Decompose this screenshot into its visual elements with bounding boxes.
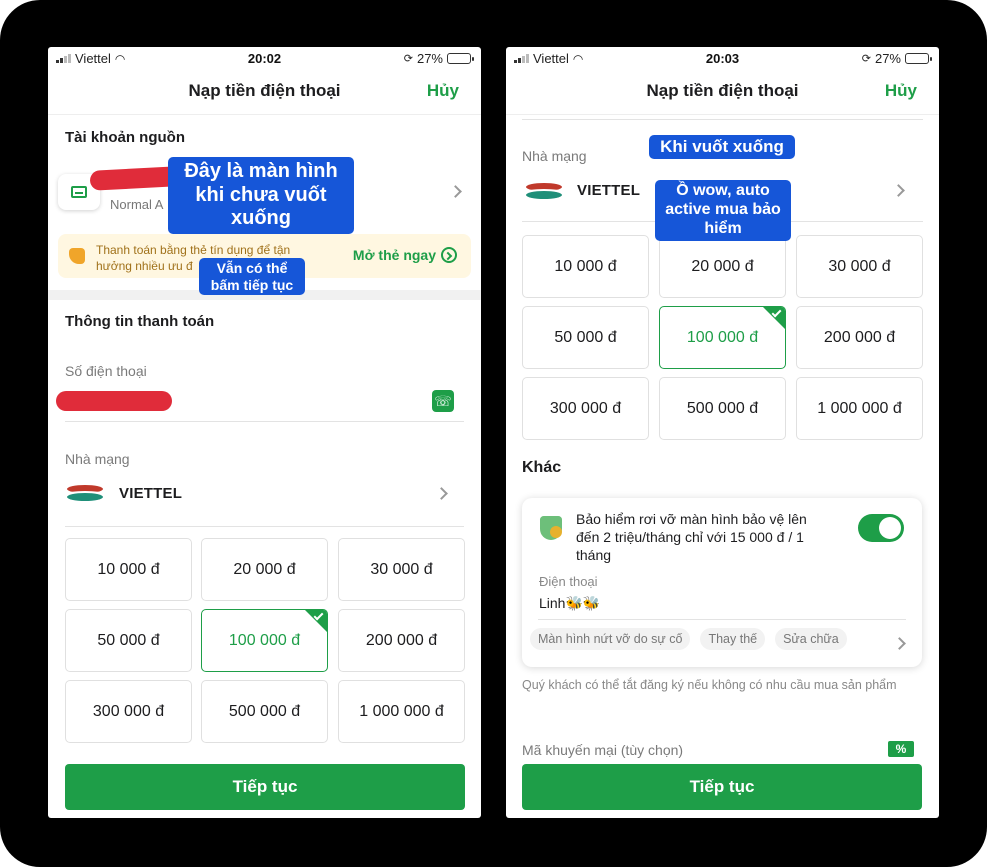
opt-out-hint: Quý khách có thể tắt đăng ký nếu không c… (522, 678, 897, 692)
tag-icon (69, 248, 85, 264)
amount-option[interactable]: 300 000 đ (522, 377, 649, 440)
battery-icon (447, 53, 474, 64)
amount-option[interactable]: 30 000 đ (338, 538, 465, 601)
other-section-title: Khác (522, 459, 562, 476)
phone-number-label: Số điện thoại (65, 363, 147, 379)
insurance-phone-label: Điện thoại (539, 574, 598, 589)
orientation-lock-icon: ⟳ (403, 53, 413, 65)
carrier-label: Nhà mạng (522, 148, 587, 164)
battery-percent: 27% (874, 51, 901, 66)
insurance-phone-value: Linh🐝🐝 (539, 595, 601, 611)
amount-option[interactable]: 20 000 đ (659, 235, 786, 298)
coverage-chips: Màn hình nứt vỡ do sự cố Thay thế Sửa ch… (530, 628, 847, 650)
cancel-button[interactable]: Hủy (427, 81, 459, 101)
status-bar: Viettel ◠ 20:02 ⟳ 27% (48, 47, 481, 71)
discount-icon[interactable]: % (888, 741, 914, 757)
account-type: Normal A (110, 197, 164, 212)
amount-option[interactable]: 10 000 đ (522, 235, 649, 298)
page-title: Nạp tiền điện thoại (188, 81, 341, 100)
amount-option[interactable]: 200 000 đ (338, 609, 465, 672)
annotation-main: Đây là màn hình khi chưa vuốt xuống (168, 157, 354, 234)
contact-book-icon[interactable]: ☏ (432, 390, 454, 412)
carrier-name: VIETTEL (577, 182, 641, 199)
annotation-sub: Ồ wow, auto active mua bảo hiểm (655, 180, 791, 241)
orientation-lock-icon: ⟳ (861, 53, 871, 65)
continue-button[interactable]: Tiếp tục (522, 764, 922, 810)
carrier-name: VIETTEL (119, 485, 183, 502)
cancel-button[interactable]: Hủy (885, 81, 917, 101)
battery-icon (905, 53, 932, 64)
carrier-label: Nhà mạng (65, 451, 130, 467)
amount-option[interactable]: 1 000 000 đ (338, 680, 465, 743)
screen-after-scroll: Viettel ◠ 20:03 ⟳ 27% Nạp tiền điện thoạ… (506, 47, 939, 818)
amount-option[interactable]: 10 000 đ (65, 538, 192, 601)
annotation-top: Khi vuốt xuống (649, 135, 795, 160)
nav-bar: Nạp tiền điện thoại Hủy (506, 71, 939, 115)
promo-code-label[interactable]: Mã khuyến mại (tùy chọn) (522, 742, 683, 758)
insurance-card: Bảo hiểm rơi vỡ màn hình bảo vệ lên đến … (522, 498, 922, 667)
coverage-chip[interactable]: Thay thế (700, 628, 766, 650)
redacted-phone-number[interactable] (56, 391, 172, 411)
divider (522, 119, 923, 120)
divider (538, 619, 906, 620)
amount-option[interactable]: 50 000 đ (522, 306, 649, 369)
shield-icon (540, 516, 562, 540)
amount-option[interactable]: 30 000 đ (796, 235, 923, 298)
amount-option[interactable]: 500 000 đ (659, 377, 786, 440)
chevron-right-icon[interactable] (893, 637, 906, 650)
divider (65, 526, 464, 527)
chevron-right-icon[interactable] (435, 487, 448, 500)
amount-option-selected[interactable]: 100 000 đ (659, 306, 786, 369)
amount-option[interactable]: 500 000 đ (201, 680, 328, 743)
divider (65, 421, 464, 422)
amount-option-selected[interactable]: 100 000 đ (201, 609, 328, 672)
source-account-title: Tài khoản nguồn (65, 129, 185, 146)
amount-option[interactable]: 50 000 đ (65, 609, 192, 672)
viettel-logo-icon (525, 181, 563, 201)
status-bar: Viettel ◠ 20:03 ⟳ 27% (506, 47, 939, 71)
coverage-chip[interactable]: Màn hình nứt vỡ do sự cố (530, 628, 691, 650)
coverage-chip[interactable]: Sửa chữa (775, 628, 847, 650)
nav-bar: Nạp tiền điện thoại Hủy (48, 71, 481, 115)
amount-option[interactable]: 1 000 000 đ (796, 377, 923, 440)
insurance-toggle[interactable] (858, 514, 904, 542)
open-card-link[interactable]: Mở thẻ ngay (353, 247, 457, 263)
annotation-sub: Vẫn có thể bấm tiếp tục (199, 258, 305, 296)
page-title: Nạp tiền điện thoại (646, 81, 799, 100)
amount-option[interactable]: 300 000 đ (65, 680, 192, 743)
battery-percent: 27% (416, 51, 443, 66)
screen-before-scroll: Viettel ◠ 20:02 ⟳ 27% Nạp tiền điện thoạ… (48, 47, 481, 818)
viettel-logo-icon (66, 483, 104, 503)
amount-option[interactable]: 200 000 đ (796, 306, 923, 369)
continue-button[interactable]: Tiếp tục (65, 764, 465, 810)
payment-info-title: Thông tin thanh toán (65, 313, 215, 330)
insurance-title: Bảo hiểm rơi vỡ màn hình bảo vệ lên đến … (576, 511, 807, 563)
chevron-right-icon[interactable] (892, 184, 905, 197)
amount-option[interactable]: 20 000 đ (201, 538, 328, 601)
chevron-right-icon[interactable] (449, 185, 462, 198)
arrow-right-circle-icon (441, 247, 457, 263)
